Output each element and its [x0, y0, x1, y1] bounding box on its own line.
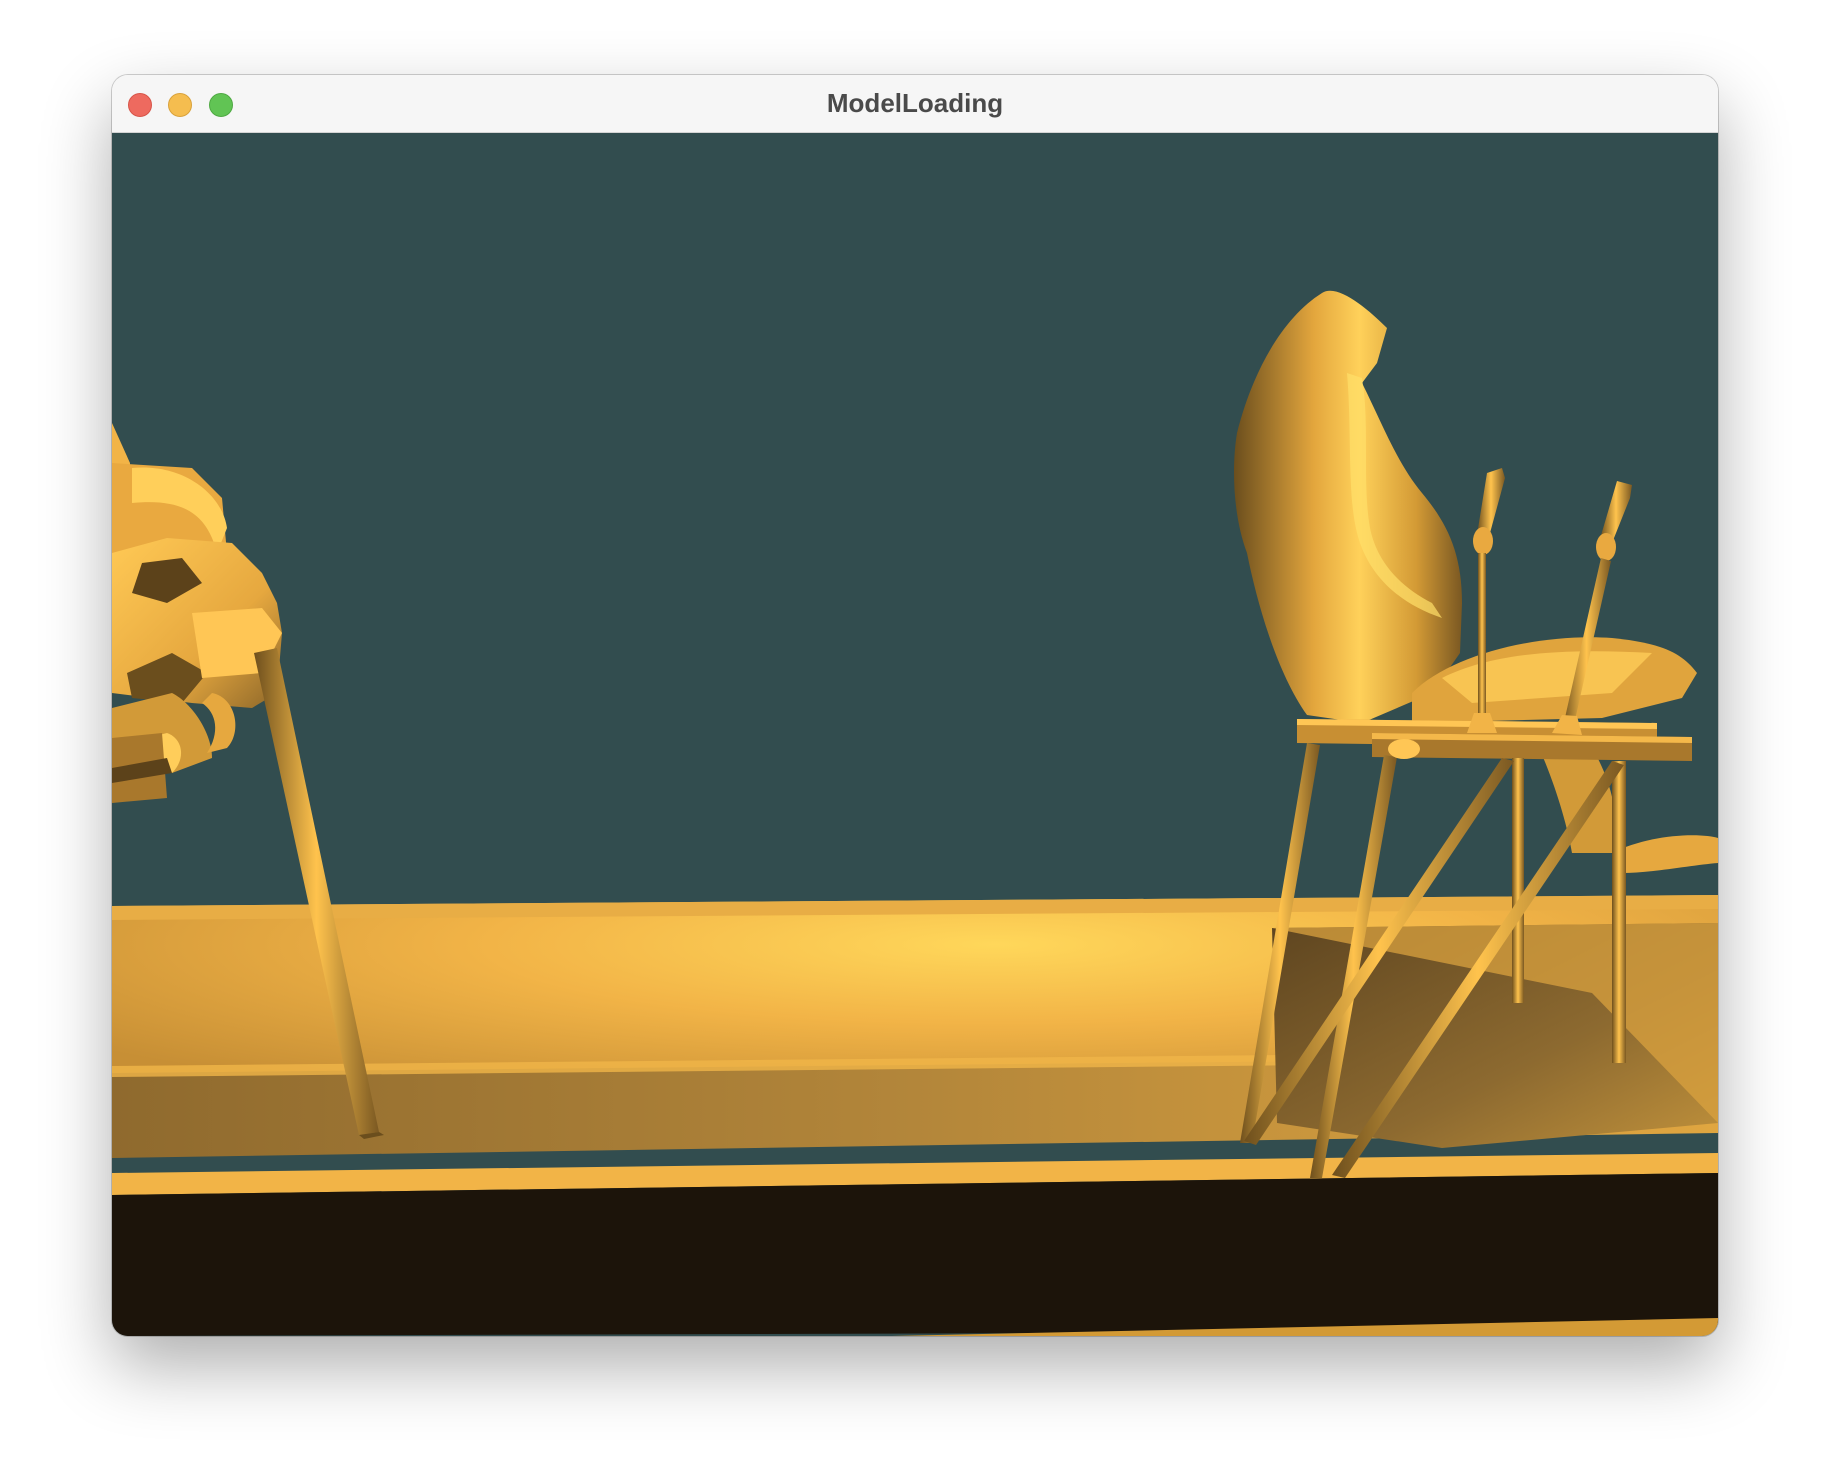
floor-base-dark	[112, 1173, 1718, 1336]
window-title: ModelLoading	[826, 88, 1004, 118]
chair-leg-3	[1512, 758, 1524, 1003]
title-bar[interactable]: ModelLoading	[112, 75, 1718, 133]
app-window: ModelLoading	[112, 75, 1718, 1336]
chair-leg-4	[1612, 761, 1626, 1063]
render-viewport[interactable]	[112, 133, 1718, 1336]
scene-canvas	[112, 133, 1718, 1336]
